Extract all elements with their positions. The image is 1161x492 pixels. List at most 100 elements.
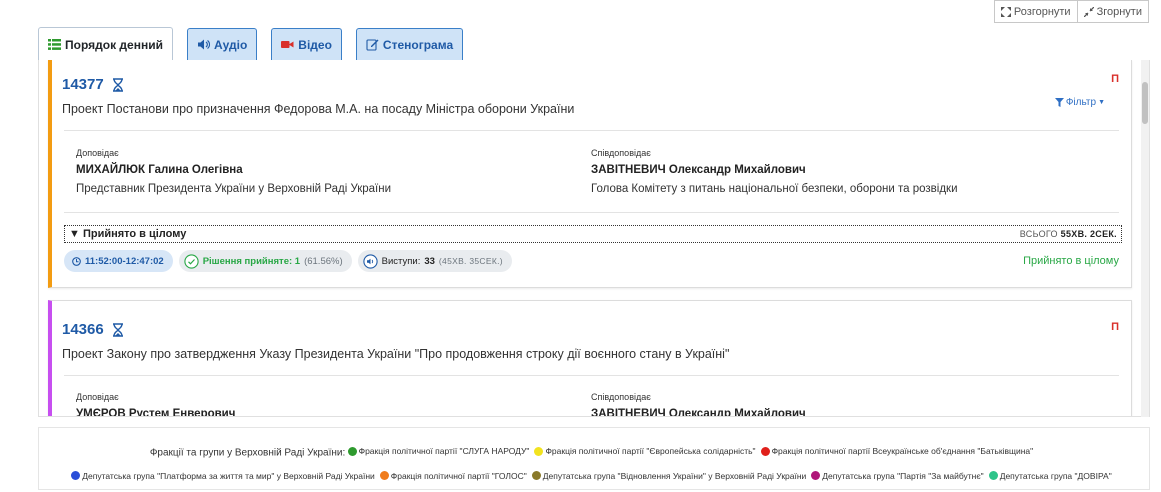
- tab-label: Порядок денний: [65, 37, 163, 52]
- filter-dropdown[interactable]: Фільтр ▼: [1054, 97, 1105, 108]
- result-status: Прийнято в цілому: [1023, 255, 1119, 267]
- filter-icon: [1054, 98, 1064, 107]
- color-dot-icon: [379, 471, 389, 480]
- legend-label: Депутатська група "Партія "За майбутнє": [822, 470, 984, 481]
- tab-agenda[interactable]: Порядок денний: [38, 27, 173, 61]
- total-value: 55ХВ. 2СЕК.: [1060, 229, 1117, 239]
- legend-label: Депутатська група "ДОВІРА": [999, 470, 1112, 481]
- total-duration: ВСЬОГО 55ХВ. 2СЕК.: [1020, 229, 1117, 239]
- legend-item: Депутатська група "ДОВІРА": [988, 465, 1112, 487]
- speaker-circle-icon: [362, 253, 378, 269]
- result-pills: 11:52:00-12:47:02 Рішення прийняте: 1 (6…: [64, 250, 512, 272]
- speeches-badge[interactable]: Виступи: 33 (45ХВ. 35СЕК.): [357, 250, 512, 272]
- co-speaker-name[interactable]: ЗАВІТНЕВИЧ Олександр Михайлович: [591, 408, 806, 416]
- color-dot-icon: [531, 471, 541, 480]
- time-badge[interactable]: 11:52:00-12:47:02: [64, 250, 173, 272]
- speaker-role: Доповідає: [76, 148, 119, 158]
- co-speaker-name[interactable]: ЗАВІТНЕВИЧ Олександр Михайлович: [591, 164, 806, 176]
- item-number: 14366: [62, 321, 104, 338]
- item-number-link[interactable]: 14366: [62, 321, 124, 338]
- legend-item: Депутатська група "Відновлення України" …: [531, 465, 807, 487]
- agenda-item: 14366 П Проект Закону про затвердження У…: [48, 300, 1132, 416]
- tab-audio[interactable]: Аудіо: [186, 28, 258, 60]
- tab-transcript[interactable]: Стенограма: [355, 28, 464, 60]
- legend-item: Фракція політичної партії "ГОЛОС": [379, 465, 527, 487]
- legend-item: Фракція політичної партії "Європейська с…: [534, 440, 756, 462]
- legend-item: Позафракційні: [557, 488, 626, 492]
- item-type-marker: П: [1111, 321, 1119, 333]
- speaker-icon: [197, 39, 210, 50]
- tab-bar: Порядок денний Аудіо Відео Стенограма: [38, 27, 464, 61]
- speaker-position: Представник Президента України у Верховн…: [76, 183, 392, 195]
- list-icon: [48, 39, 61, 50]
- speaker-name[interactable]: УМЄРОВ Рустем Енверович: [76, 408, 235, 416]
- legend-item: Фракція політичної партії "СЛУГА НАРОДУ": [347, 440, 530, 462]
- chevron-down-icon: ▼: [1098, 99, 1105, 106]
- total-prefix: ВСЬОГО: [1019, 229, 1058, 239]
- expand-button[interactable]: Розгорнути: [993, 0, 1078, 23]
- edit-icon: [366, 39, 379, 51]
- scrollbar-thumb[interactable]: [1142, 82, 1148, 124]
- video-camera-icon: [281, 41, 294, 48]
- legend-label: Фракція політичної партії "СЛУГА НАРОДУ": [358, 446, 530, 456]
- factions-legend: Фракції та групи у Верховній Раді Україн…: [38, 427, 1150, 490]
- legend-item: Депутатська група "Платформа за життя та…: [71, 465, 375, 487]
- collapse-button[interactable]: Згорнути: [1077, 0, 1149, 23]
- speaker-name[interactable]: МИХАЙЛЮК Галина Олегівна: [76, 164, 243, 176]
- tab-label: Аудіо: [213, 37, 248, 52]
- legend-item: Депутатська група "Партія "За майбутнє": [811, 465, 984, 487]
- item-type-marker: П: [1111, 73, 1119, 85]
- speaker-role: Доповідає: [76, 392, 119, 402]
- hourglass-icon: [112, 322, 123, 337]
- agenda-item: 14377 П Фільтр ▼ Проект Постанови про пр…: [48, 60, 1132, 288]
- legend-lead: Фракції та групи у Верховній Раді Україн…: [149, 447, 346, 459]
- expand-icon: [1000, 7, 1011, 17]
- color-dot-icon: [534, 446, 544, 456]
- agenda-list[interactable]: 14377 П Фільтр ▼ Проект Постанови про пр…: [38, 60, 1150, 417]
- item-number: 14377: [62, 76, 104, 93]
- view-toggles: Розгорнути Згорнути: [993, 0, 1149, 23]
- collapse-label: Згорнути: [1096, 6, 1142, 18]
- decisions-label: Рішення прийняте: 1: [202, 255, 301, 267]
- color-dot-icon: [988, 471, 998, 480]
- item-number-link[interactable]: 14377: [62, 76, 124, 93]
- divider: [64, 375, 1119, 376]
- decisions-pct: (61.56%): [304, 255, 343, 267]
- tab-video[interactable]: Відео: [271, 28, 342, 60]
- decisions-badge[interactable]: Рішення прийняте: 1 (61.56%): [178, 250, 352, 272]
- clock-icon: [72, 256, 81, 266]
- speeches-label: Виступи:: [381, 255, 421, 267]
- color-dot-icon: [760, 446, 770, 456]
- expand-label: Розгорнути: [1013, 6, 1071, 18]
- time-range: 11:52:00-12:47:02: [85, 255, 164, 267]
- legend-label: Фракція політичної партії "ГОЛОС": [390, 470, 527, 481]
- color-dot-icon: [71, 471, 81, 480]
- tab-label: Відео: [298, 37, 332, 52]
- result-title: ▼ Прийнято в цілому: [69, 228, 187, 240]
- co-speaker-role: Співдоповідає: [591, 392, 651, 402]
- speeches-count: 33: [424, 255, 435, 267]
- filter-label: Фільтр: [1065, 97, 1097, 108]
- color-dot-icon: [811, 471, 821, 480]
- legend-label: Депутатська група "Відновлення України" …: [542, 470, 807, 481]
- hourglass-icon: [112, 77, 123, 92]
- co-speaker-role: Співдоповідає: [591, 148, 651, 158]
- co-speaker-position: Голова Комітету з питань національної бе…: [591, 183, 958, 195]
- divider: [64, 212, 1119, 213]
- legend-label: Фракція політичної партії Всеукраїнське …: [771, 446, 1034, 456]
- legend-label: Фракція політичної партії "Європейська с…: [545, 446, 756, 456]
- scrollbar[interactable]: [1141, 60, 1149, 417]
- color-dot-icon: [347, 446, 357, 456]
- legend-item: Фракція політичної партії Всеукраїнське …: [760, 440, 1034, 462]
- check-circle-icon: [184, 253, 199, 269]
- agenda-page: Розгорнути Згорнути Порядок денний Аудіо…: [0, 0, 1161, 492]
- tab-label: Стенограма: [382, 37, 454, 52]
- item-title: Проект Закону про затвердження Указу Пре…: [62, 347, 730, 361]
- legend-label: Депутатська група "Платформа за життя та…: [82, 470, 375, 481]
- speeches-duration: (45ХВ. 35СЕК.): [438, 256, 503, 266]
- divider: [64, 130, 1119, 131]
- item-title: Проект Постанови про призначення Федоров…: [62, 102, 575, 116]
- result-summary[interactable]: ▼ Прийнято в цілому ВСЬОГО 55ХВ. 2СЕК.: [64, 225, 1122, 243]
- collapse-icon: [1083, 7, 1094, 17]
- legend-label: Позафракційні: [568, 488, 626, 492]
